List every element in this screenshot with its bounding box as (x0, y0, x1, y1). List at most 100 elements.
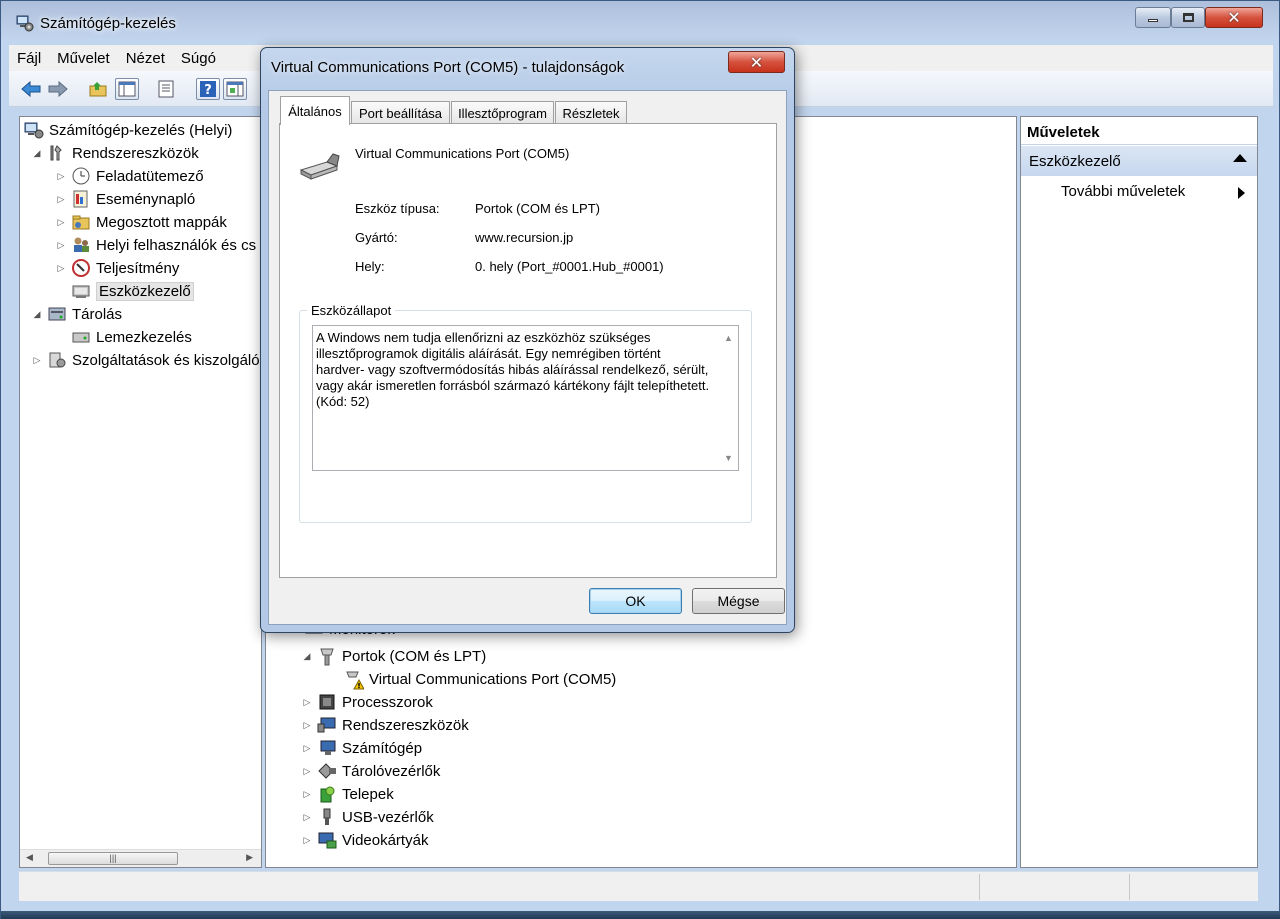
maximize-button[interactable] (1171, 7, 1205, 28)
port-icon (317, 647, 337, 666)
close-button[interactable]: ✕ (1205, 7, 1263, 28)
expand-arrow-icon[interactable]: ▷ (56, 194, 66, 205)
properties-button[interactable] (154, 78, 178, 100)
horizontal-scrollbar[interactable]: ◀ ||| ▶ (20, 849, 261, 867)
device-category-ports[interactable]: ◢ Portok (COM és LPT) (302, 645, 486, 667)
back-button[interactable] (19, 78, 43, 100)
dialog-body: Általános Port beállítása Illesztőprogra… (268, 90, 787, 625)
clock-icon (71, 167, 91, 185)
expand-arrow-icon[interactable]: ▷ (302, 743, 312, 754)
device-category-video[interactable]: ▷ Videokártyák (302, 829, 428, 851)
collapse-arrow-icon[interactable]: ◢ (32, 148, 42, 159)
dialog-close-button[interactable]: ✕ (728, 51, 785, 73)
menu-file[interactable]: Fájl (9, 50, 49, 67)
location-label: Hely: (355, 259, 385, 274)
show-hide-tree-button[interactable] (115, 78, 139, 100)
show-hide-action-pane-button[interactable] (223, 78, 247, 100)
folder-up-icon (89, 82, 107, 97)
menu-view[interactable]: Nézet (118, 50, 173, 67)
expand-arrow-icon[interactable]: ▷ (56, 171, 66, 182)
cancel-button[interactable]: Mégse (692, 588, 785, 614)
tree-item-label: Szolgáltatások és kiszolgáló (72, 351, 260, 369)
tree-item-local-users[interactable]: ▷ Helyi felhasználók és cs (56, 234, 257, 256)
tab-port-settings[interactable]: Port beállítása (351, 101, 450, 124)
more-actions-item[interactable]: További műveletek (1061, 183, 1185, 200)
usb-icon (317, 808, 337, 826)
tree-item-performance[interactable]: ▷ Teljesítmény (56, 257, 179, 279)
menu-help[interactable]: Súgó (173, 50, 224, 67)
device-category-processors[interactable]: ▷ Processzorok (302, 691, 433, 713)
computer-management-icon (16, 15, 34, 32)
services-icon (47, 351, 67, 369)
expand-arrow-icon[interactable]: ▷ (32, 355, 42, 366)
device-category-system-devices[interactable]: ▷ Rendszereszközök (302, 714, 469, 736)
tab-details[interactable]: Részletek (555, 101, 627, 124)
actions-title: Műveletek (1021, 119, 1257, 145)
tree-item-label: Eszközkezelő (96, 281, 194, 301)
device-category-label: Rendszereszközök (342, 716, 469, 734)
scroll-up-icon[interactable]: ▲ (724, 330, 733, 346)
device-status-text: A Windows nem tudja ellenőrizni az eszkö… (316, 330, 710, 409)
tree-item-disk-management[interactable]: Lemezkezelés (71, 326, 192, 348)
expand-arrow-icon[interactable]: ▷ (302, 835, 312, 846)
back-arrow-icon (21, 80, 41, 98)
tree-item-device-manager[interactable]: Eszközkezelő (71, 280, 194, 302)
status-scrollbar[interactable]: ▲ ▼ (720, 326, 738, 470)
video-card-icon (317, 831, 337, 849)
device-category-batteries[interactable]: ▷ Telepek (302, 783, 394, 805)
device-type-label: Eszköz típusa: (355, 201, 440, 216)
device-status-textbox[interactable]: A Windows nem tudja ellenőrizni az eszkö… (312, 325, 739, 471)
forward-button[interactable] (46, 78, 70, 100)
collapse-arrow-icon[interactable]: ◢ (32, 309, 42, 320)
menu-action[interactable]: Művelet (49, 50, 118, 67)
expand-arrow-icon[interactable]: ▷ (302, 766, 312, 777)
action-pane-icon (226, 81, 244, 97)
scrollbar-thumb[interactable]: ||| (48, 852, 178, 865)
tree-item-label: Teljesítmény (96, 259, 180, 277)
device-category-computer[interactable]: ▷ Számítógép (302, 737, 423, 759)
collapse-arrow-icon[interactable]: ◢ (302, 651, 312, 662)
device-virtual-com5[interactable]: Virtual Communications Port (COM5) (344, 668, 616, 690)
close-icon: ✕ (749, 52, 764, 72)
serial-port-icon (299, 153, 340, 180)
tab-driver[interactable]: Illesztőprogram (451, 101, 554, 124)
tab-general[interactable]: Általános (280, 96, 350, 125)
actions-section-device-manager[interactable]: Eszközkezelő (1021, 146, 1257, 176)
device-label: Virtual Communications Port (COM5) (369, 670, 617, 688)
expand-arrow-icon[interactable]: ▷ (302, 812, 312, 823)
ok-button[interactable]: OK (589, 588, 682, 614)
scroll-right-icon[interactable]: ▶ (246, 852, 253, 863)
tree-item-services[interactable]: ▷ Szolgáltatások és kiszolgáló (32, 349, 260, 371)
expand-arrow-icon[interactable]: ▷ (302, 789, 312, 800)
tree-item-task-scheduler[interactable]: ▷ Feladatütemező (56, 165, 204, 187)
submenu-arrow-icon (1238, 187, 1245, 199)
properties-dialog: Virtual Communications Port (COM5) - tul… (260, 47, 795, 633)
expand-arrow-icon[interactable]: ▷ (302, 697, 312, 708)
expand-arrow-icon[interactable]: ▷ (302, 720, 312, 731)
computer-management-icon (24, 121, 44, 139)
scroll-left-icon[interactable]: ◀ (26, 852, 33, 863)
tree-item-storage[interactable]: ◢ Tárolás (32, 303, 123, 325)
expand-arrow-icon[interactable]: ▷ (56, 217, 66, 228)
device-category-storage-controllers[interactable]: ▷ Tárolóvezérlők (302, 760, 441, 782)
tree-item-label: Lemezkezelés (96, 328, 192, 346)
tree-item-system-tools[interactable]: ◢ Rendszereszközök (32, 142, 199, 164)
device-name: Virtual Communications Port (COM5) (355, 146, 570, 161)
expand-arrow-icon[interactable]: ▷ (56, 240, 66, 251)
console-tree-icon (118, 81, 136, 97)
status-divider (1129, 874, 1130, 900)
tree-item-root[interactable]: Számítógép-kezelés (Helyi) (24, 119, 232, 141)
scroll-down-icon[interactable]: ▼ (724, 450, 733, 466)
tree-item-event-viewer[interactable]: ▷ Eseménynapló (56, 188, 195, 210)
collapse-up-icon[interactable] (1233, 154, 1247, 162)
console-tree: Számítógép-kezelés (Helyi) ◢ Rendszeresz… (19, 116, 262, 868)
expand-arrow-icon[interactable]: ▷ (56, 263, 66, 274)
minimize-button[interactable] (1135, 7, 1171, 28)
up-folder-button[interactable] (86, 78, 110, 100)
minimize-icon (1148, 19, 1158, 22)
device-category-usb[interactable]: ▷ USB-vezérlők (302, 806, 434, 828)
battery-icon (317, 785, 337, 803)
device-category-label: Videokártyák (342, 831, 429, 849)
tree-item-shared-folders[interactable]: ▷ Megosztott mappák (56, 211, 227, 233)
help-button[interactable]: ? (196, 78, 220, 100)
